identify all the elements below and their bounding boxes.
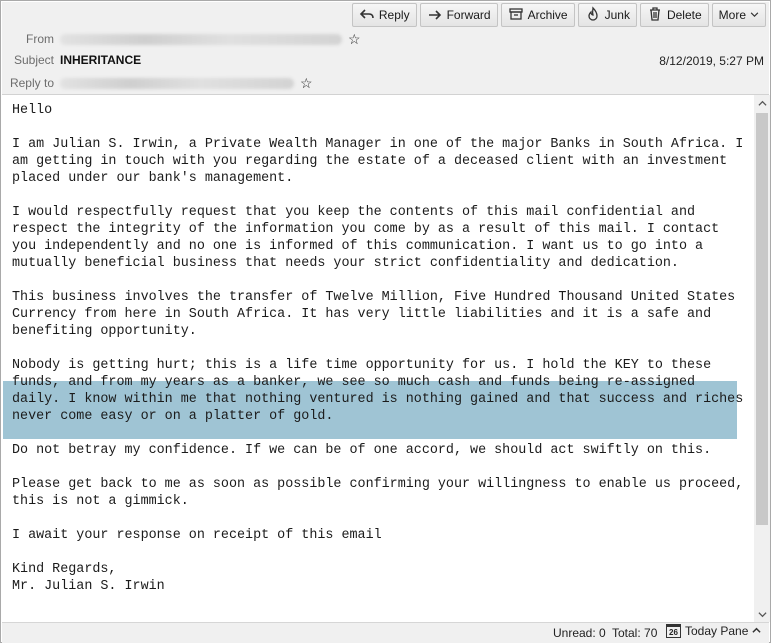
reply-icon [359,6,375,25]
selected-text-line: Currency from here in South Africa. It h… [12,307,712,322]
junk-label: Junk [604,8,630,22]
subject-value: INHERITANCE [60,53,142,67]
reply-to-address-redacted [60,77,294,89]
selected-text-line: benefiting opportunity. [12,324,197,339]
status-bar: Unread: 0 Total: 70 26 Today Pane [2,622,769,643]
text-line: I am Julian S. Irwin, a Private Wealth M… [12,137,744,152]
from-label: From [26,32,54,46]
email-window: Reply Forward Archive Junk Delete More F… [0,0,771,643]
text-line: funds, and from my years as a banker, we… [12,375,696,390]
text-line: daily. I know within me that nothing ven… [12,392,744,407]
scroll-down-arrow-icon[interactable] [754,606,770,622]
text-line: Please get back to me as soon as possibl… [12,477,744,492]
today-pane-toggle[interactable]: 26 Today Pane [666,624,761,638]
delete-label: Delete [666,8,702,22]
signature-line: Mr. Julian S. Irwin [12,579,165,594]
more-button[interactable]: More [711,3,766,27]
scrollbar-thumb[interactable] [756,113,768,525]
message-date: 8/12/2019, 5:27 PM [659,54,764,68]
from-row: From ☆ [2,30,361,48]
junk-button[interactable]: Junk [577,3,637,27]
message-header: Reply Forward Archive Junk Delete More F… [2,2,769,95]
reply-to-label: Reply to [9,76,54,90]
greeting-line: Hello [12,103,53,118]
text-line: Do not betray my confidence. If we can b… [12,443,712,458]
from-address-redacted [60,33,342,45]
junk-flame-icon [585,5,601,25]
reply-button[interactable]: Reply [351,3,417,27]
unread-count: Unread: 0 [553,626,606,640]
subject-label: Subject [13,53,54,67]
text-line: this is not a gimmick. [12,494,189,509]
star-icon[interactable]: ☆ [348,32,361,46]
archive-button[interactable]: Archive [500,3,575,27]
message-text: Hello I am Julian S. Irwin, a Private We… [12,102,752,595]
trash-icon [647,6,663,25]
archive-icon [508,6,524,25]
dropdown-arrow-icon [750,8,759,22]
forward-icon [427,6,443,25]
calendar-icon: 26 [666,624,681,638]
more-label: More [718,8,746,22]
forward-label: Forward [446,8,491,22]
text-line: never come easy or on a platter of gold. [12,409,334,424]
reply-label: Reply [378,8,410,22]
message-body[interactable]: Hello I am Julian S. Irwin, a Private We… [2,95,754,622]
star-icon[interactable]: ☆ [300,76,313,90]
archive-label: Archive [527,8,568,22]
chevron-up-icon [752,624,761,638]
text-line: I await your response on receipt of this… [12,528,382,543]
text-line: am getting in touch with you regarding t… [12,154,728,169]
text-line: placed under our bank's management. [12,171,294,186]
text-line: you independently and no one is informed… [12,239,704,254]
vertical-scrollbar[interactable] [754,95,770,622]
forward-button[interactable]: Forward [419,3,498,27]
text-line: mutually beneficial business that needs … [12,256,679,271]
total-count: Total: 70 [612,626,658,640]
today-pane-label: Today Pane [685,624,749,638]
selected-text-line: This business involves the transfer of T… [12,290,736,305]
delete-button[interactable]: Delete [639,3,709,27]
text-line: Nobody is getting hurt; this is a life t… [12,358,712,373]
reply-to-row: Reply to ☆ [2,74,313,92]
message-toolbar: Reply Forward Archive Junk Delete More [351,3,766,27]
text-line: I would respectfully request that you ke… [12,205,696,220]
closing-line: Kind Regards, [12,562,117,577]
subject-row: Subject INHERITANCE [2,51,141,69]
text-line: respect the integrity of the information… [12,222,720,237]
scroll-up-arrow-icon[interactable] [754,95,770,111]
